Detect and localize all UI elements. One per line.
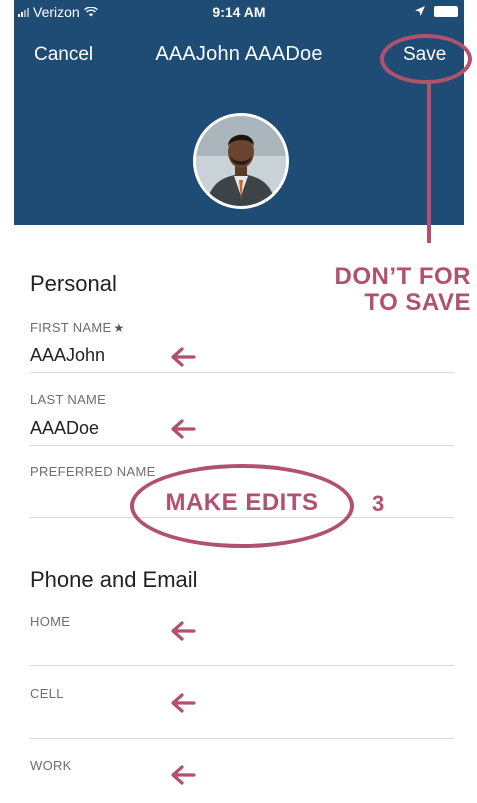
status-time: 9:14 AM: [212, 4, 266, 20]
save-reminder-line2: TO SAVE: [364, 289, 471, 316]
step-number: 3: [372, 491, 385, 516]
cell-arrow-icon: [171, 693, 196, 713]
cell-label: CELL: [30, 686, 64, 701]
star-icon: ★: [113, 321, 125, 335]
location-arrow-icon: [415, 6, 425, 16]
last-name-arrow-icon: [171, 419, 196, 439]
save-reminder-line1: DON’T FOR: [334, 263, 471, 290]
profile-photo: [196, 116, 286, 206]
save-pointer-line: [427, 83, 431, 243]
preferred-name-label: PREFERRED NAME: [30, 464, 156, 479]
save-reminder-callout: DON’T FOR TO SAVE: [335, 264, 472, 316]
status-right: [414, 5, 458, 17]
header: Verizon 9:14 AM Cancel AAAJohn AAADoe Sa…: [14, 0, 464, 225]
battery-icon: [434, 5, 458, 17]
section-title-personal: Personal: [30, 271, 117, 296]
divider: [30, 665, 454, 666]
save-highlight-circle: [380, 34, 472, 84]
first-name-label: FIRST NAME ★: [30, 320, 125, 335]
home-arrow-icon: [171, 621, 196, 641]
first-name-arrow-icon: [171, 347, 196, 367]
first-name-label-text: FIRST NAME: [30, 320, 112, 335]
status-bar: Verizon 9:14 AM: [14, 0, 464, 26]
make-edits-label: MAKE EDITS: [165, 489, 319, 516]
divider: [30, 738, 454, 739]
last-name-field[interactable]: AAADoe: [30, 418, 99, 439]
first-name-field[interactable]: AAAJohn: [30, 345, 105, 366]
avatar[interactable]: [193, 113, 289, 209]
last-name-label: LAST NAME: [30, 392, 107, 407]
divider: [30, 372, 454, 373]
work-label: WORK: [30, 758, 72, 773]
section-title-phone-email: Phone and Email: [30, 567, 198, 592]
home-label: HOME: [30, 614, 71, 629]
divider: [30, 445, 454, 446]
work-arrow-icon: [171, 765, 196, 785]
